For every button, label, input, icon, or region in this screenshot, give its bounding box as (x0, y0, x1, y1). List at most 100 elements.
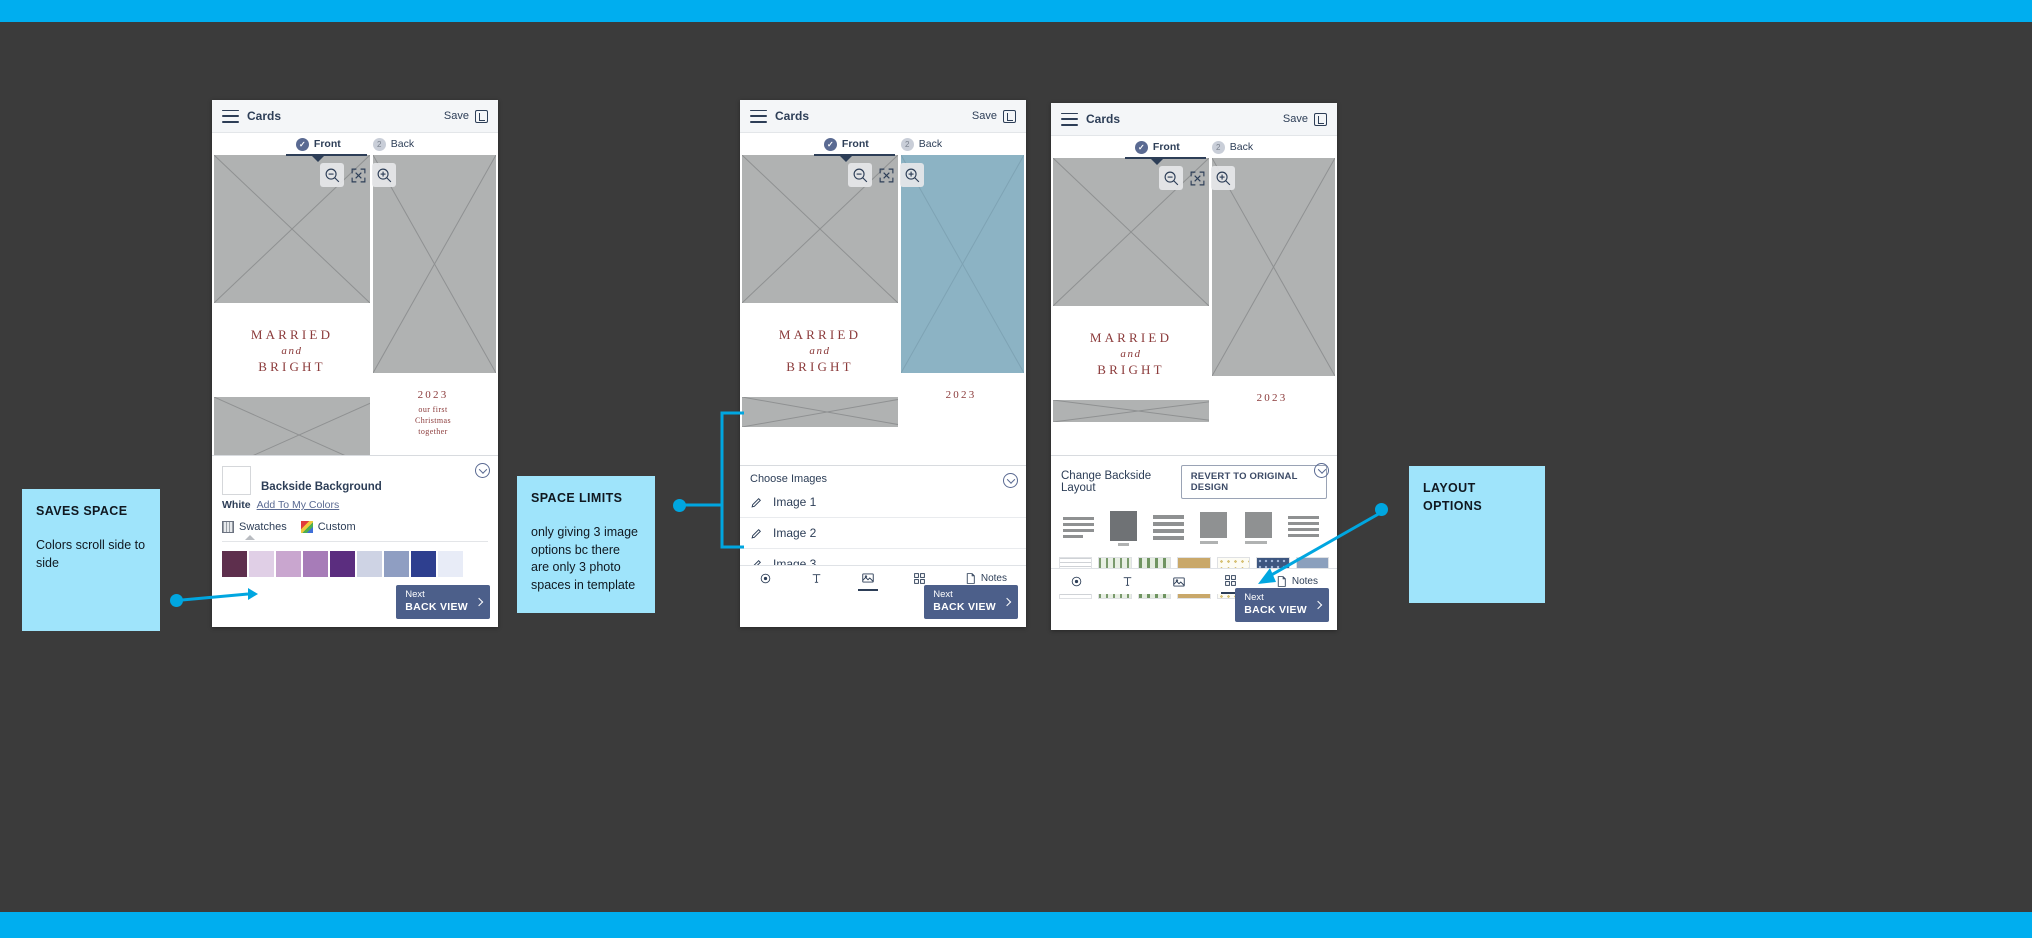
tab-caret-icon (840, 155, 853, 162)
tab-back[interactable]: 2 Back (900, 137, 942, 151)
layout-thumbnail[interactable] (1239, 507, 1278, 549)
text-icon (1123, 577, 1132, 586)
color-wheel-icon (300, 521, 313, 533)
segment-custom[interactable]: Custom (300, 521, 356, 533)
color-swatch-5[interactable] (330, 551, 355, 577)
hamburger-icon[interactable] (222, 109, 239, 123)
back-photo-selected[interactable] (901, 155, 1024, 373)
color-swatch-9[interactable] (438, 551, 463, 577)
tab-front[interactable]: ✓ Front (813, 137, 895, 162)
segment-indicator-icon (245, 535, 255, 540)
save-button[interactable]: Save (972, 110, 997, 122)
color-swatch-4[interactable] (303, 551, 328, 577)
card-back-preview[interactable]: 2023 (898, 155, 1024, 457)
app-title: Cards (775, 109, 810, 123)
note-body: only giving 3 image options bc there are… (531, 524, 639, 592)
text-tool[interactable] (1118, 569, 1137, 594)
chevron-right-icon (1313, 600, 1323, 609)
color-swatch-strip[interactable] (222, 551, 488, 577)
color-tool[interactable] (756, 566, 775, 591)
back-photo-placeholder[interactable] (1212, 158, 1335, 376)
layout-thumbnail-row[interactable] (1051, 505, 1337, 551)
back-photo-placeholder[interactable] (373, 155, 496, 373)
color-swatch-8[interactable] (411, 551, 436, 577)
app-bar: Cards Save (740, 100, 1026, 133)
hamburger-icon[interactable] (750, 109, 767, 123)
zoom-out-icon[interactable] (1159, 166, 1183, 190)
next-back-view-button[interactable]: Next BACK VIEW (1235, 588, 1329, 622)
add-to-my-colors-link[interactable]: Add To My Colors (257, 499, 340, 511)
layout-thumbnail[interactable] (1104, 507, 1143, 549)
app-bar: Cards Save (1051, 103, 1337, 136)
zoom-out-icon[interactable] (848, 163, 872, 187)
panel-title: Choose Images (750, 473, 828, 485)
headline-line-2: and (1120, 348, 1142, 360)
next-back-view-button[interactable]: Next BACK VIEW (396, 585, 490, 619)
front-photo-placeholder-2[interactable] (742, 397, 912, 427)
image-tool[interactable] (857, 566, 878, 591)
revert-to-original-button[interactable]: REVERT TO ORIGINAL DESIGN (1180, 465, 1327, 499)
save-button[interactable]: Save (444, 110, 469, 122)
tab-front[interactable]: ✓ Front (285, 137, 367, 162)
color-swatch-3[interactable] (276, 551, 301, 577)
next-button-line2: BACK VIEW (405, 600, 468, 613)
list-item-label: Image 1 (773, 495, 817, 509)
front-photo-placeholder-2[interactable] (1053, 400, 1223, 422)
back-year: 2023 (1256, 392, 1288, 404)
card-front-preview[interactable]: MARRIED and BRIGHT (742, 155, 912, 457)
tab-back[interactable]: 2 Back (372, 137, 414, 151)
back-sub-3: together (418, 426, 448, 436)
view-tabs: ✓ Front 2 Back (740, 133, 1026, 162)
tab-back-badge: 2 (900, 137, 914, 151)
change-layout-panel: Change Backside Layout REVERT TO ORIGINA… (1051, 455, 1337, 630)
tab-back[interactable]: 2 Back (1211, 140, 1253, 154)
card-back-preview[interactable]: 2023 our first Christmas together (370, 155, 496, 457)
tab-front[interactable]: ✓ Front (1124, 140, 1206, 165)
collapse-panel-icon[interactable] (1003, 473, 1018, 488)
color-swatch-2[interactable] (249, 551, 274, 577)
list-item[interactable]: Image 2 (740, 518, 1026, 549)
color-tool[interactable] (1067, 569, 1086, 594)
fit-screen-icon[interactable] (346, 163, 370, 187)
next-button-line1: Next (405, 589, 425, 601)
collapse-panel-icon[interactable] (475, 463, 490, 478)
save-icon[interactable] (1314, 112, 1327, 126)
layout-thumbnail[interactable] (1194, 507, 1233, 549)
layout-thumbnail[interactable] (1149, 507, 1188, 549)
color-swatch-6[interactable] (357, 551, 382, 577)
layout-thumbnail[interactable] (1284, 507, 1323, 549)
grid-icon (1225, 575, 1236, 586)
segment-swatches[interactable]: Swatches (222, 521, 287, 533)
save-button[interactable]: Save (1283, 113, 1308, 125)
zoom-in-icon[interactable] (372, 163, 396, 187)
tab-caret-icon (1151, 158, 1164, 165)
fit-screen-icon[interactable] (874, 163, 898, 187)
card-back-preview[interactable]: 2023 (1209, 158, 1335, 460)
card-canvas[interactable]: MARRIED and BRIGHT 2023 (740, 155, 1026, 627)
image-icon (1173, 576, 1185, 587)
color-swatch-1[interactable] (222, 551, 247, 577)
list-item-label: Image 2 (773, 526, 817, 540)
card-front-preview[interactable]: MARRIED and BRIGHT (214, 155, 384, 473)
color-swatch-7[interactable] (384, 551, 409, 577)
collapse-panel-icon[interactable] (1314, 463, 1329, 478)
zoom-in-icon[interactable] (1211, 166, 1235, 190)
image-tool[interactable] (1169, 569, 1189, 594)
zoom-in-icon[interactable] (900, 163, 924, 187)
card-front-preview[interactable]: MARRIED and BRIGHT (1053, 158, 1223, 460)
text-tool[interactable] (807, 566, 826, 591)
grid-icon (222, 521, 234, 533)
headline-line-2: and (281, 345, 303, 357)
save-icon[interactable] (475, 109, 488, 123)
list-item[interactable]: Image 1 (740, 487, 1026, 518)
next-back-view-button[interactable]: Next BACK VIEW (924, 585, 1018, 619)
zoom-out-icon[interactable] (320, 163, 344, 187)
card-canvas[interactable]: MARRIED and BRIGHT 2023 our first Christ… (212, 155, 498, 627)
note-space-limits: SPACE LIMITS only giving 3 image options… (517, 476, 655, 613)
layout-thumbnail[interactable] (1059, 507, 1098, 549)
hamburger-icon[interactable] (1061, 112, 1078, 126)
fit-screen-icon[interactable] (1185, 166, 1209, 190)
card-canvas[interactable]: MARRIED and BRIGHT 2023 (1051, 158, 1337, 630)
save-icon[interactable] (1003, 109, 1016, 123)
current-color-preview[interactable] (222, 466, 251, 495)
